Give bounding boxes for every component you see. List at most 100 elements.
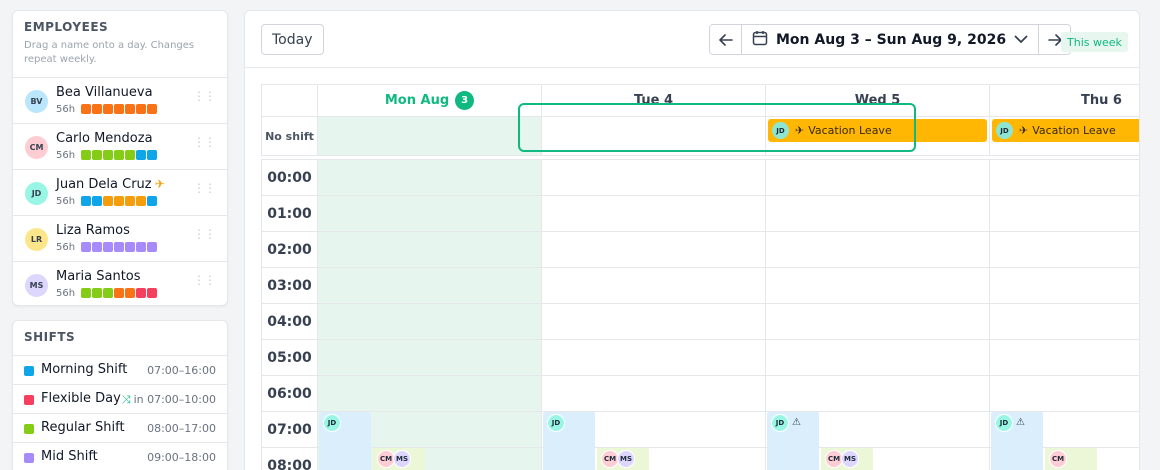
employee-hours: 56h [56,242,76,253]
day-shift-square [81,196,91,206]
hour-label: 07:00 [267,422,312,438]
employees-title: EMPLOYEES [24,20,109,34]
shift-item[interactable]: Morning Shift 07:00–16:00 [13,355,227,384]
employee-item[interactable]: CM Carlo Mendoza 56h ⋮⋮ [13,123,227,169]
day-shift-square [136,242,146,252]
day-shift-square [136,150,146,160]
hour-row: 03:00 [262,267,1139,303]
day-shift-square [114,104,124,114]
day-shift-square [125,242,135,252]
day-shift-square [114,196,124,206]
hour-label: 05:00 [267,350,312,366]
shift-time: 09:00–18:00 [147,451,216,464]
hour-label: 02:00 [267,242,312,258]
day-shift-square [92,196,102,206]
drag-handle-icon[interactable]: ⋮⋮ [193,228,216,240]
shift-color-swatch [24,395,34,405]
week-navigator: Mon Aug 3 – Sun Aug 9, 2026 [709,24,1072,55]
employee-list: BV Bea Villanueva 56h ⋮⋮ CM Carlo Mendoza 56h ⋮… [13,77,227,305]
day-shift-square [81,242,91,252]
column-divider [989,159,990,470]
day-shift-square [92,242,102,252]
calendar-toolbar: Today Mon Aug 3 – Sun Aug 9, 2026 This w… [245,11,1139,68]
shift-time: 08:00–17:00 [147,422,216,435]
column-divider [541,159,542,470]
hour-label: 01:00 [267,206,312,222]
avatar: JD [995,414,1013,432]
avatar: LR [25,228,48,251]
day-header[interactable]: Mon Aug 3 [317,85,541,116]
hour-label: 08:00 [267,458,312,470]
day-header-label: Mon Aug [384,93,450,108]
employee-name: Maria Santos [56,269,141,284]
hour-row: 04:00 [262,303,1139,339]
this-week-badge: This week [1061,32,1128,52]
vacation-leave-chip[interactable]: JD ✈ Vacation Leave [992,119,1139,142]
drag-handle-icon[interactable]: ⋮⋮ [193,90,216,102]
day-shift-square [125,288,135,298]
no-shift-cell[interactable] [317,117,541,155]
hour-grid: 00:00 01:00 02:00 03:00 04:00 05:00 06:00 07:00… [261,159,1139,470]
employees-panel: EMPLOYEES Drag a name onto a day. Change… [12,10,228,306]
shift-item[interactable]: Mid Shift 09:00–18:00 [13,442,227,470]
shift-item[interactable]: Regular Shift 08:00–17:00 [13,413,227,442]
avatar: CM [1049,450,1067,468]
shift-color-swatch [24,366,34,376]
day-shift-square [147,150,157,160]
day-shift-square [103,104,113,114]
day-shift-square [147,288,157,298]
week-range-label: Mon Aug 3 – Sun Aug 9, 2026 [776,31,1007,48]
employee-item[interactable]: BV Bea Villanueva 56h ⋮⋮ [13,77,227,123]
day-shift-square [114,242,124,252]
avatar: JD [771,414,789,432]
weekly-shift-squares [81,150,157,160]
employee-name: Bea Villanueva [56,85,153,100]
drag-handle-icon[interactable]: ⋮⋮ [193,274,216,286]
shift-time: ⤨ in 07:00–10:00 [121,393,216,406]
day-shift-square [125,196,135,206]
calendar-icon [752,30,768,50]
avatar: JD [323,414,341,432]
weekly-shift-squares [81,288,157,298]
hour-label: 06:00 [267,386,312,402]
column-divider [765,159,766,470]
employee-item[interactable]: LR Liza Ramos 56h ⋮⋮ [13,215,227,261]
today-button[interactable]: Today [261,24,324,55]
day-shift-square [147,196,157,206]
day-shift-square [114,288,124,298]
employee-name: Carlo Mendoza [56,131,153,146]
day-header[interactable]: Thu 6 [989,85,1139,116]
drag-handle-icon[interactable]: ⋮⋮ [193,182,216,194]
drag-handle-icon[interactable]: ⋮⋮ [193,136,216,148]
employees-subtitle: Drag a name onto a day. Changes repeat w… [24,40,195,65]
arrow-left-icon[interactable] [710,25,741,54]
hour-label: 04:00 [267,314,312,330]
shuffle-icon: ⤨ [121,393,131,406]
day-shift-square [81,150,91,160]
warning-icon: ⚠ [1016,417,1025,428]
employee-hours: 56h [56,196,76,207]
day-shift-square [81,104,91,114]
avatar: JD [996,122,1013,139]
employee-item[interactable]: MS Maria Santos 56h ⋮⋮ [13,261,227,305]
shift-name: Flexible Day [41,391,121,406]
day-shift-square [147,104,157,114]
avatar: MS [393,450,411,468]
shift-name: Morning Shift [41,362,128,377]
day-shift-square [114,150,124,160]
day-shift-square [92,288,102,298]
shift-color-swatch [24,453,34,463]
shift-item[interactable]: Flexible Day ⤨ in 07:00–10:00 [13,384,227,413]
column-divider [317,159,318,470]
hour-row: 02:00 [262,231,1139,267]
day-shift-square [92,104,102,114]
employee-item[interactable]: JD Juan Dela Cruz ✈ 56h ⋮⋮ [13,169,227,215]
today-count-badge: 3 [455,91,475,110]
week-range-picker[interactable]: Mon Aug 3 – Sun Aug 9, 2026 [741,25,1040,54]
employee-hours: 56h [56,104,76,115]
avatar: MS [25,274,48,297]
chevron-down-icon [1014,32,1028,48]
hour-row: 06:00 [262,375,1139,411]
shifts-title: SHIFTS [24,330,76,344]
shift-color-swatch [24,424,34,434]
